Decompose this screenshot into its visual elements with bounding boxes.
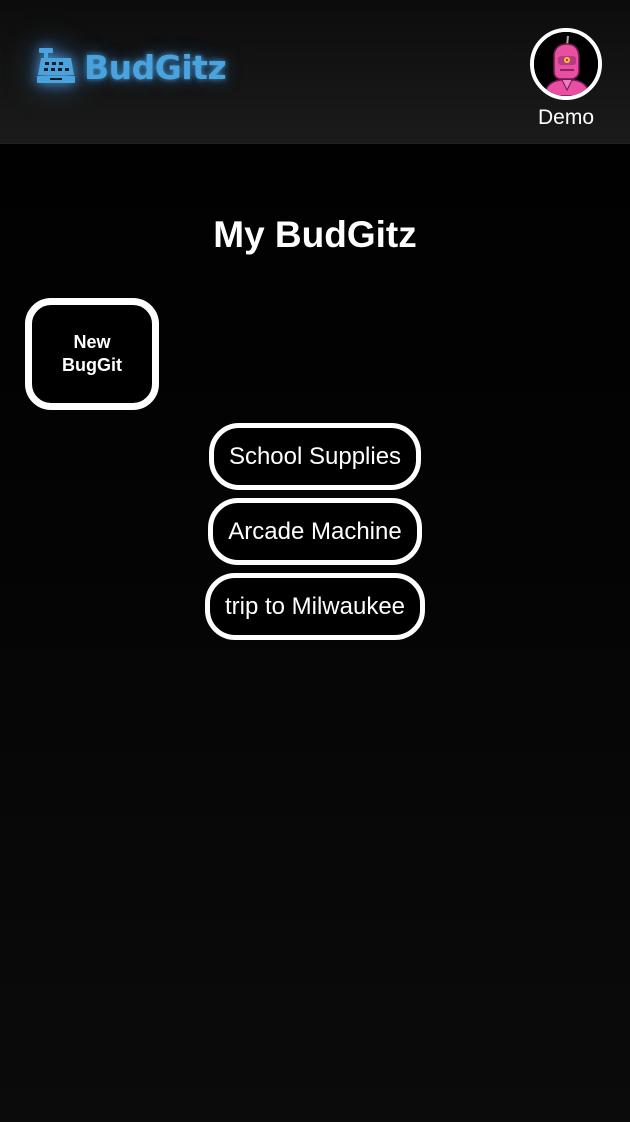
budget-item-arcade-machine[interactable]: Arcade Machine — [208, 498, 422, 565]
new-budget-button[interactable]: New BugGit — [25, 298, 159, 410]
app-header: BudGitz Demo — [0, 0, 630, 144]
new-budget-button-label: New BugGit — [62, 332, 122, 375]
page-title: My BudGitz — [213, 214, 417, 255]
budget-item-trip-to-milwaukee[interactable]: trip to Milwaukee — [204, 573, 426, 640]
budget-list: School Supplies Arcade Machine trip to M… — [0, 423, 630, 648]
cash-register-icon — [36, 45, 76, 90]
user-name: Demo — [537, 106, 595, 129]
user-profile-button[interactable]: Demo — [528, 28, 604, 130]
app-name: BudGitz — [84, 47, 227, 87]
home-logo-link[interactable]: BudGitz — [36, 44, 227, 90]
budget-item-school-supplies[interactable]: School Supplies — [208, 423, 422, 490]
robot-avatar-icon — [530, 28, 602, 100]
